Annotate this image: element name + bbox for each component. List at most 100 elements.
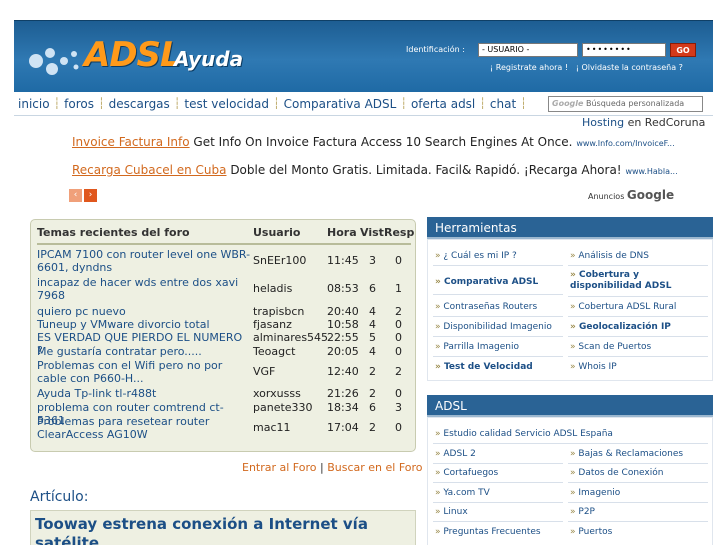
- divider: [433, 356, 563, 357]
- nav-inicio[interactable]: inicio: [14, 97, 54, 111]
- ad-next-icon[interactable]: ›: [84, 189, 97, 202]
- topic-link[interactable]: Me gustaría contratar pero.....: [37, 345, 251, 358]
- adsl-link-adsl2[interactable]: » ADSL 2: [435, 449, 476, 460]
- ad-title-link[interactable]: Recarga Cubacel en Cuba: [72, 163, 226, 177]
- nav-comparativa-adsl[interactable]: Comparativa ADSL: [280, 97, 401, 111]
- link-separator: |: [320, 461, 324, 474]
- site-search-input[interactable]: Google Búsqueda personalizada: [548, 96, 703, 112]
- tool-link-comparativa[interactable]: » Comparativa ADSL: [435, 277, 538, 288]
- topic-views: 6: [369, 401, 376, 414]
- nav-oferta-adsl[interactable]: oferta adsl: [407, 97, 479, 111]
- adsl-link-yacom-tv[interactable]: » Ya.com TV: [435, 488, 490, 499]
- adsl-link-p2p[interactable]: » P2P: [570, 507, 595, 518]
- ad-title-link[interactable]: Invoice Factura Info: [72, 135, 190, 149]
- tool-link-dns[interactable]: » Análisis de DNS: [570, 251, 649, 262]
- nav-test-velocidad[interactable]: test velocidad: [180, 97, 273, 111]
- ads-by-google[interactable]: Anuncios Google: [588, 188, 674, 202]
- username-field[interactable]: - USUARIO -: [478, 43, 578, 57]
- arrow-icon: »: [570, 302, 576, 312]
- divider: [433, 265, 563, 266]
- topic-replies: 1: [395, 282, 402, 295]
- adsl-link-bajas[interactable]: » Bajas & Reclamaciones: [570, 449, 683, 460]
- tool-link-scan-puertos[interactable]: » Scan de Puertos: [570, 342, 651, 353]
- topic-user: VGF: [253, 365, 276, 378]
- login-go-button[interactable]: GO: [670, 43, 696, 57]
- adsl-label: Puertos: [578, 527, 613, 537]
- password-field[interactable]: ••••••••: [582, 43, 666, 57]
- adsl-link-faq[interactable]: » Preguntas Frecuentes: [435, 527, 541, 538]
- adsl-label: Cortafuegos: [443, 468, 499, 478]
- tool-link-disponibilidad-imagenio[interactable]: » Disponibilidad Imagenio: [435, 322, 552, 333]
- tool-link-parrilla[interactable]: » Parrilla Imagenio: [435, 342, 519, 353]
- adsl-link-datos-conexion[interactable]: » Datos de Conexión: [570, 468, 663, 479]
- topic-user: xorxusss: [253, 387, 301, 400]
- topic-link[interactable]: Problemas con el Wifi pero no por cable …: [37, 359, 251, 385]
- col-views: Vist: [360, 226, 384, 239]
- tool-label: Parrilla Imagenio: [443, 342, 519, 352]
- tool-link-contrasenas[interactable]: » Contraseñas Routers: [435, 302, 537, 313]
- adsl-label: Imagenio: [578, 488, 621, 498]
- topic-link[interactable]: Ayuda Tp-link tl-r488t: [37, 387, 251, 400]
- tool-link-geolocalizacion[interactable]: » Geolocalización IP: [570, 322, 671, 333]
- divider: [433, 294, 563, 295]
- topic-link[interactable]: quiero pc nuevo: [37, 305, 251, 318]
- divider: [568, 482, 708, 483]
- topic-views: 4: [369, 305, 376, 318]
- adsl-link-imagenio[interactable]: » Imagenio: [570, 488, 620, 499]
- divider: [568, 521, 708, 522]
- tool-link-mi-ip[interactable]: » ¿ Cuál es mi IP ?: [435, 251, 517, 262]
- tool-link-cobertura-rural[interactable]: » Cobertura ADSL Rural: [570, 302, 676, 313]
- topic-replies: 0: [395, 254, 402, 267]
- adsl-link-estudio[interactable]: » Estudio calidad Servicio ADSL España: [435, 429, 613, 440]
- ad-url[interactable]: www.Info.com/InvoiceF...: [576, 139, 674, 148]
- enter-forum-link[interactable]: Entrar al Foro: [242, 461, 317, 474]
- topic-views: 2: [369, 421, 376, 434]
- arrow-icon: »: [570, 488, 576, 498]
- topic-link[interactable]: incapaz de hacer wds entre dos xavi 7968: [37, 276, 251, 302]
- divider: [433, 443, 708, 444]
- arrow-icon: »: [435, 429, 441, 439]
- topic-replies: 0: [395, 331, 402, 344]
- topic-replies: 3: [395, 401, 402, 414]
- adsl-link-cortafuegos[interactable]: » Cortafuegos: [435, 468, 498, 479]
- adsl-link-linux[interactable]: » Linux: [435, 507, 468, 518]
- arrow-icon: »: [570, 251, 576, 261]
- ad-url[interactable]: www.Habla...: [625, 167, 677, 176]
- search-forum-link[interactable]: Buscar en el Foro: [327, 461, 422, 474]
- logo-ayuda[interactable]: Ayuda: [174, 47, 243, 71]
- divider: [433, 463, 563, 464]
- ad-text: Doble del Monto Gratis. Limitada. Facil&…: [230, 163, 622, 177]
- tool-link-cobertura[interactable]: » Cobertura y disponibilidad ADSL: [570, 270, 695, 292]
- topic-link[interactable]: Tuneup y VMware divorcio total: [37, 318, 251, 331]
- divider: [433, 336, 563, 337]
- tool-link-whois[interactable]: » Whois IP: [570, 362, 617, 373]
- topic-link[interactable]: IPCAM 7100 con router level one WBR-6601…: [37, 248, 251, 274]
- nav-foros[interactable]: foros: [60, 97, 98, 111]
- article-title-link[interactable]: Tooway estrena conexión a Internet vía s…: [35, 515, 409, 545]
- col-user: Usuario: [253, 226, 301, 239]
- topic-time: 20:40: [327, 305, 359, 318]
- topic-replies: 2: [395, 305, 402, 318]
- col-topics: Temas recientes del foro: [37, 226, 190, 239]
- topic-views: 6: [369, 282, 376, 295]
- topic-link[interactable]: Problemas para resetear router ClearAcce…: [37, 415, 251, 441]
- ad-item: Invoice Factura Info Get Info On Invoice…: [72, 135, 675, 149]
- topic-time: 08:53: [327, 282, 359, 295]
- google-brand: Google: [626, 188, 675, 202]
- register-link[interactable]: ¡ Registrate ahora !: [490, 63, 568, 72]
- tool-link-test-velocidad[interactable]: » Test de Velocidad: [435, 362, 533, 373]
- adsl-link-puertos[interactable]: » Puertos: [570, 527, 612, 538]
- divider: [568, 356, 708, 357]
- nav-descargas[interactable]: descargas: [105, 97, 174, 111]
- hosting-link[interactable]: Hosting: [582, 116, 624, 129]
- ad-prev-icon[interactable]: ‹: [69, 189, 82, 202]
- logo-adsl[interactable]: ADSL: [84, 35, 182, 75]
- tool-label: Test de Velocidad: [443, 362, 533, 372]
- arrow-icon: »: [570, 449, 576, 459]
- google-search-logo: Google: [552, 99, 584, 108]
- nav-chat[interactable]: chat: [486, 97, 520, 111]
- arrow-icon: »: [435, 277, 441, 287]
- tool-label: Análisis de DNS: [578, 251, 649, 261]
- forgot-password-link[interactable]: ¡ Olvidaste la contraseña ?: [576, 63, 683, 72]
- topic-time: 17:04: [327, 421, 359, 434]
